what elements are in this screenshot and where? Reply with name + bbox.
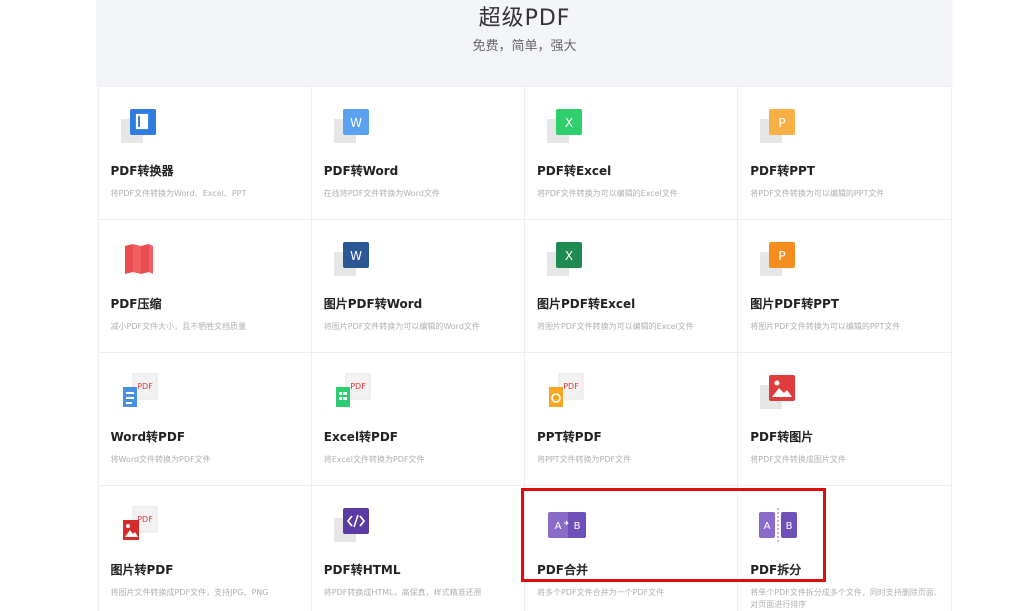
tool-card-image-pdf-to-ppt[interactable]: P 图片PDF转PPT 将图片PDF文件转换为可以编辑的PPT文件 [737, 218, 952, 353]
svg-text:W: W [350, 116, 362, 130]
tool-card-image-pdf-to-word[interactable]: W 图片PDF转Word 将图片PDF文件转换为可以编辑的Word文件 [310, 218, 525, 353]
svg-text:A: A [764, 521, 771, 532]
tool-description: 将PPT文件转换为PDF文件 [537, 454, 632, 464]
tool-title: PDF合并 [537, 562, 588, 577]
tool-description: 减小PDF文件大小，且不牺牲文档质量 [110, 321, 247, 331]
svg-text:X: X [565, 249, 573, 263]
tool-title: PDF压缩 [110, 296, 162, 311]
tool-title: 图片PDF转Excel [537, 296, 636, 311]
tool-title: 图片PDF转Word [323, 296, 423, 311]
excel-icon: X [547, 108, 582, 143]
tool-description: 将Word文件转换为PDF文件 [110, 454, 211, 464]
ppt-to-pdf-icon: PDF [549, 372, 584, 407]
split-icon: A B [759, 507, 798, 542]
tool-title: PDF转图片 [750, 429, 814, 444]
tool-description: 将图片PDF文件转换为可以编辑的Excel文件 [537, 321, 694, 331]
tool-card-ppt-to-pdf[interactable]: PDF PPT转PDF 将PPT文件转换为PDF文件 [524, 351, 739, 486]
tool-title: PDF转HTML [323, 562, 401, 577]
svg-text:B: B [786, 521, 793, 532]
tool-card-pdf-compress[interactable]: PDF压缩 减小PDF文件大小，且不牺牲文档质量 [97, 218, 312, 353]
svg-text:A: A [555, 521, 562, 532]
tool-title: Word转PDF [110, 429, 186, 444]
tool-description: 将图片PDF文件转换为可以编辑的Word文件 [323, 321, 480, 331]
tool-description: 将图片PDF文件转换为可以编辑的PPT文件 [750, 321, 901, 331]
svg-text:PDF: PDF [563, 382, 579, 391]
tool-card-word-to-pdf[interactable]: PDF Word转PDF 将Word文件转换为PDF文件 [97, 351, 312, 486]
svg-text:P: P [779, 116, 786, 130]
word-dark-icon: W [333, 241, 369, 276]
tool-title: PPT转PDF [537, 429, 602, 444]
ppt-icon: P [760, 108, 796, 143]
excel-to-pdf-icon: PDF [335, 372, 371, 407]
tool-title: PDF转Excel [537, 163, 612, 178]
office-icon [120, 108, 156, 143]
tool-title: PDF拆分 [750, 562, 802, 577]
tool-title: Excel转PDF [323, 429, 399, 444]
tool-description: 将Excel文件转换为PDF文件 [323, 454, 425, 464]
svg-text:B: B [574, 521, 581, 532]
page-title: 超级PDF [478, 6, 571, 31]
tool-card-pdf-to-html[interactable]: PDF转HTML 将PDF转换成HTML，高保真，样式精准还原 [310, 484, 525, 611]
svg-text:X: X [565, 116, 573, 130]
excel-dark-icon: X [547, 241, 582, 276]
svg-text:PDF: PDF [137, 515, 153, 524]
html-icon [333, 507, 369, 542]
tool-card-pdf-converter[interactable]: PDF转换器 将PDF文件转换为Word、Excel、PPT [97, 85, 312, 220]
tool-title: PDF转Word [323, 163, 399, 178]
svg-text:PDF: PDF [350, 382, 366, 391]
tool-description: 将PDF文件转换为可以编辑的Excel文件 [537, 188, 678, 198]
tool-title: 图片转PDF [110, 562, 174, 577]
word-to-pdf-icon: PDF [122, 372, 157, 407]
tool-description: 将PDF文件转换为可以编辑的PPT文件 [750, 188, 885, 198]
tool-card-pdf-to-excel[interactable]: X PDF转Excel 将PDF文件转换为可以编辑的Excel文件 [524, 85, 739, 220]
tool-description: 将PDF文件转换成图片文件 [750, 454, 846, 464]
tool-title: PDF转PPT [750, 163, 815, 178]
page-subtitle: 免费，简单，强大 [472, 39, 577, 54]
merge-icon: A B [548, 511, 586, 538]
svg-text:W: W [350, 249, 362, 263]
word-icon: W [333, 108, 369, 143]
tool-description: 将PDF文件转换为Word、Excel、PPT [110, 188, 247, 198]
svg-text:PDF: PDF [137, 382, 153, 391]
tool-title: PDF转换器 [110, 163, 174, 178]
tool-description: 将图片文件转换成PDF文件，支持JPG、PNG [110, 587, 269, 597]
ppt-dark-icon: P [760, 241, 796, 276]
tool-description: 在线将PDF文件转换为Word文件 [323, 188, 440, 198]
tool-card-excel-to-pdf[interactable]: PDF Excel转PDF 将Excel文件转换为PDF文件 [310, 351, 525, 486]
tool-card-pdf-to-word[interactable]: W PDF转Word 在线将PDF文件转换为Word文件 [310, 85, 525, 220]
tool-card-image-to-pdf[interactable]: PDF 图片转PDF 将图片文件转换成PDF文件，支持JPG、PNG [97, 484, 312, 611]
tool-description: 将PDF转换成HTML，高保真，样式精准还原 [323, 587, 482, 597]
tool-card-pdf-to-image[interactable]: PDF转图片 将PDF文件转换成图片文件 [737, 351, 952, 486]
tool-description: 将多个PDF文件合并为一个PDF文件 [537, 587, 665, 597]
tool-card-pdf-to-ppt[interactable]: P PDF转PPT 将PDF文件转换为可以编辑的PPT文件 [737, 85, 952, 220]
pdf-to-image-icon [760, 374, 796, 409]
tool-card-image-pdf-to-excel[interactable]: X 图片PDF转Excel 将图片PDF文件转换为可以编辑的Excel文件 [524, 218, 739, 353]
tool-card-pdf-merge[interactable]: A B PDF合并 将多个PDF文件合并为一个PDF文件 [524, 484, 739, 611]
tool-title: 图片PDF转PPT [750, 296, 839, 311]
header-band: 超级PDF 免费，简单，强大 [96, 0, 953, 86]
image-to-pdf-icon: PDF [122, 505, 157, 540]
page: 超级PDF 免费，简单，强大 PDF转换器 将PDF文件转换为Word、Exce… [0, 0, 1024, 611]
svg-text:P: P [779, 249, 786, 263]
tool-card-pdf-split[interactable]: A B PDF拆分 将单个PDF文件拆分成多个文件，同时支持删除页面、对页面进行… [737, 484, 952, 611]
compress-icon [124, 243, 153, 274]
tool-description: 将单个PDF文件拆分成多个文件，同时支持删除页面、对页面进行排序 [750, 587, 942, 609]
tool-grid: PDF转换器 将PDF文件转换为Word、Excel、PPT W PDF转Wor… [97, 85, 952, 611]
